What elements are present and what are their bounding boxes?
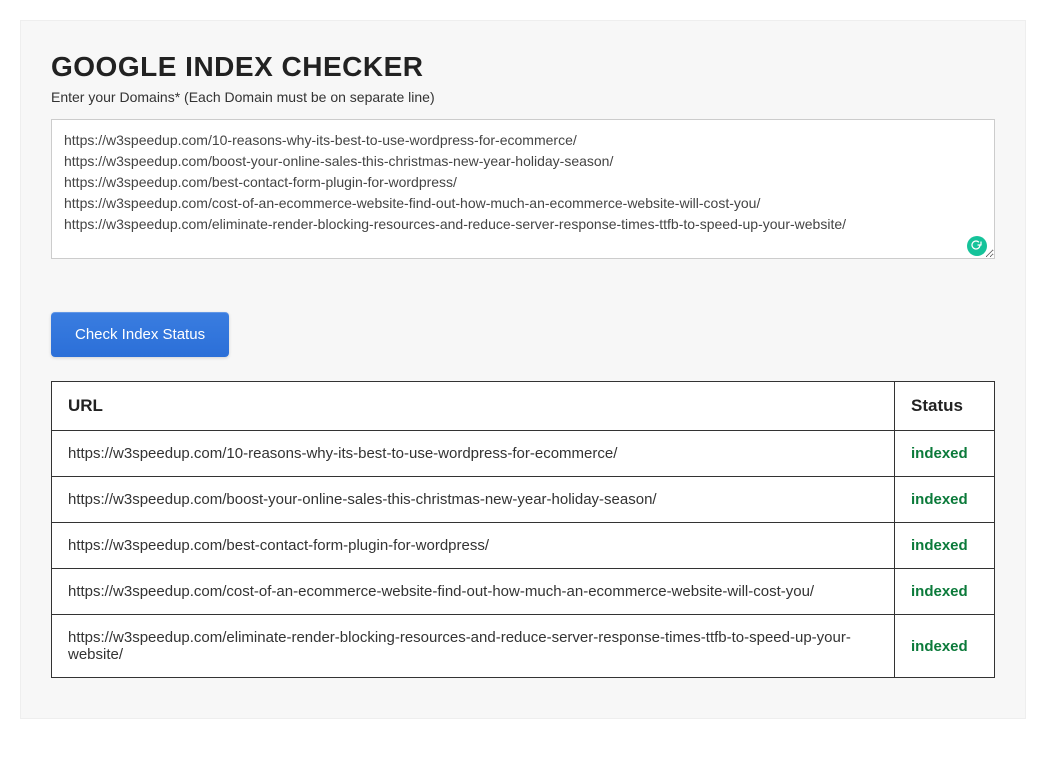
status-cell: indexed	[895, 431, 995, 477]
status-cell: indexed	[895, 477, 995, 523]
table-row: https://w3speedup.com/best-contact-form-…	[52, 523, 995, 569]
subtitle: Enter your Domains* (Each Domain must be…	[51, 89, 995, 105]
check-index-status-button[interactable]: Check Index Status	[51, 312, 229, 357]
status-cell: indexed	[895, 523, 995, 569]
results-table: URL Status https://w3speedup.com/10-reas…	[51, 381, 995, 678]
url-cell: https://w3speedup.com/eliminate-render-b…	[52, 615, 895, 678]
url-cell: https://w3speedup.com/10-reasons-why-its…	[52, 431, 895, 477]
table-row: https://w3speedup.com/cost-of-an-ecommer…	[52, 569, 995, 615]
header-status: Status	[895, 382, 995, 431]
status-cell: indexed	[895, 615, 995, 678]
table-row: https://w3speedup.com/10-reasons-why-its…	[52, 431, 995, 477]
main-panel: GOOGLE INDEX CHECKER Enter your Domains*…	[20, 20, 1026, 719]
table-header-row: URL Status	[52, 382, 995, 431]
page-title: GOOGLE INDEX CHECKER	[51, 51, 995, 83]
url-cell: https://w3speedup.com/boost-your-online-…	[52, 477, 895, 523]
status-cell: indexed	[895, 569, 995, 615]
table-row: https://w3speedup.com/boost-your-online-…	[52, 477, 995, 523]
table-row: https://w3speedup.com/eliminate-render-b…	[52, 615, 995, 678]
url-cell: https://w3speedup.com/best-contact-form-…	[52, 523, 895, 569]
textarea-wrapper	[51, 119, 995, 264]
domains-input[interactable]	[51, 119, 995, 259]
url-cell: https://w3speedup.com/cost-of-an-ecommer…	[52, 569, 895, 615]
header-url: URL	[52, 382, 895, 431]
